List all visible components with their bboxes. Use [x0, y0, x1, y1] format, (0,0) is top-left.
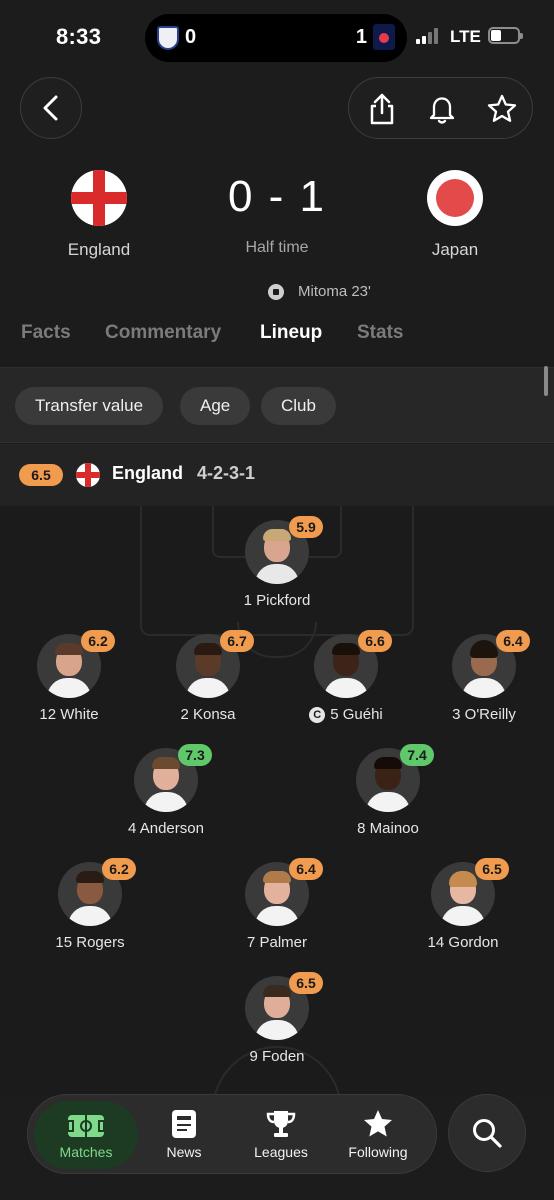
- nav-label: News: [166, 1144, 202, 1160]
- notifications-button[interactable]: [425, 92, 459, 126]
- share-button[interactable]: [365, 92, 399, 126]
- home-team[interactable]: England: [39, 170, 159, 260]
- signal-icon: [416, 28, 442, 44]
- player-card[interactable]: 6.2 12 White: [9, 630, 129, 723]
- player-rating-badge: 5.9: [289, 516, 323, 538]
- bell-icon: [429, 97, 455, 124]
- england-crest-icon: [157, 26, 179, 50]
- nav-label: Matches: [59, 1144, 113, 1160]
- captain-icon: C: [309, 706, 326, 723]
- england-flag-icon: [71, 170, 127, 226]
- player-rating-badge: 6.5: [289, 972, 323, 994]
- team-lineup-header: 6.5 England 4-2-3-1: [0, 444, 554, 506]
- nav-following[interactable]: Following: [328, 1095, 428, 1175]
- match-tabs: Facts Commentary Lineup Stats: [0, 322, 554, 352]
- battery-icon: [488, 27, 523, 44]
- japan-flag-icon: [427, 170, 483, 226]
- nav-label: Leagues: [254, 1144, 308, 1160]
- star-icon: [364, 1110, 392, 1137]
- status-bar: 8:33 0 1 LTE: [0, 0, 554, 70]
- nav-leagues[interactable]: Leagues: [231, 1095, 331, 1175]
- player-name: 9 Foden: [249, 1048, 305, 1065]
- favorite-button[interactable]: [485, 92, 519, 126]
- match-actions: [348, 77, 533, 139]
- player-card[interactable]: 6.2 15 Rogers: [30, 858, 150, 951]
- tab-stats[interactable]: Stats: [357, 322, 403, 344]
- player-card[interactable]: 6.6 C 5 Guéhi: [286, 630, 406, 723]
- player-card[interactable]: 5.9 1 Pickford: [217, 516, 337, 609]
- search-icon: [473, 1119, 502, 1148]
- island-home-score: 0: [185, 26, 197, 48]
- japan-crest-icon: [373, 24, 395, 50]
- formation: 4-2-3-1: [197, 463, 256, 483]
- goal-scorer: Mitoma 23': [298, 283, 371, 300]
- player-name: 1 Pickford: [243, 592, 311, 609]
- player-name: 2 Konsa: [180, 706, 236, 723]
- lineup-team-name: England: [112, 463, 183, 483]
- player-card[interactable]: 6.4 7 Palmer: [217, 858, 337, 951]
- nav-matches[interactable]: Matches: [34, 1101, 138, 1169]
- match-status: Half time: [245, 239, 309, 256]
- player-rating-badge: 7.3: [178, 744, 212, 766]
- player-name: C 5 Guéhi: [286, 706, 406, 723]
- player-card[interactable]: 6.7 2 Konsa: [148, 630, 268, 723]
- search-button[interactable]: [448, 1094, 526, 1172]
- status-time: 8:33: [56, 24, 102, 49]
- live-activity-island[interactable]: 0 1: [145, 14, 407, 62]
- pitch-icon: [67, 1115, 105, 1137]
- player-rating-badge: 6.5: [475, 858, 509, 880]
- tab-lineup[interactable]: Lineup: [260, 322, 322, 344]
- player-rating-badge: 6.4: [496, 630, 530, 652]
- player-card[interactable]: 7.3 4 Anderson: [106, 744, 226, 837]
- chevron-left-icon: [43, 95, 58, 121]
- player-rating-badge: 6.7: [220, 630, 254, 652]
- away-team[interactable]: Japan: [395, 170, 515, 260]
- star-icon: [487, 94, 517, 122]
- match-score: 0 - 1: [227, 172, 327, 221]
- nav-label: Following: [348, 1144, 408, 1160]
- player-name: 7 Palmer: [246, 934, 308, 951]
- player-name: 3 O'Reilly: [452, 706, 516, 723]
- player-name: 8 Mainoo: [357, 820, 419, 837]
- player-name: 14 Gordon: [427, 934, 499, 951]
- player-rating-badge: 6.4: [289, 858, 323, 880]
- nav-news[interactable]: News: [134, 1095, 234, 1175]
- filter-transfer-value[interactable]: Transfer value: [15, 387, 164, 425]
- player-rating-badge: 6.2: [81, 630, 115, 652]
- player-card[interactable]: 6.5 14 Gordon: [403, 858, 523, 951]
- player-rating-badge: 6.2: [102, 858, 136, 880]
- team-rating-badge: 6.5: [19, 464, 63, 486]
- player-rating-badge: 7.4: [400, 744, 434, 766]
- bottom-nav: Matches News Leagues Following: [27, 1094, 437, 1174]
- network-label: LTE: [450, 27, 481, 46]
- goal-event: Mitoma 23': [268, 283, 371, 300]
- pitch: 5.9 1 Pickford 6.2 12 White 6.7 2 Konsa …: [0, 506, 554, 1096]
- player-name: 15 Rogers: [55, 934, 125, 951]
- player-card[interactable]: 6.4 3 O'Reilly: [424, 630, 544, 723]
- player-name: 12 White: [39, 706, 99, 723]
- lineup-filters: Transfer value Age Club: [0, 367, 554, 443]
- back-button[interactable]: [20, 77, 82, 139]
- home-team-name: England: [67, 240, 131, 259]
- football-icon: [268, 283, 284, 300]
- tab-commentary[interactable]: Commentary: [105, 322, 221, 344]
- filter-club[interactable]: Club: [261, 387, 336, 425]
- player-name: 4 Anderson: [128, 820, 204, 837]
- scrollbar[interactable]: [544, 366, 548, 396]
- news-icon: [172, 1110, 196, 1138]
- trophy-icon: [266, 1111, 296, 1137]
- away-team-name: Japan: [431, 240, 479, 259]
- island-away-score: 1: [355, 26, 367, 48]
- share-icon: [370, 93, 394, 125]
- player-card[interactable]: 7.4 8 Mainoo: [328, 744, 448, 837]
- tab-facts[interactable]: Facts: [21, 322, 71, 344]
- england-flag-icon: [76, 463, 100, 487]
- filter-age[interactable]: Age: [180, 387, 251, 425]
- player-card[interactable]: 6.5 9 Foden: [217, 972, 337, 1065]
- player-rating-badge: 6.6: [358, 630, 392, 652]
